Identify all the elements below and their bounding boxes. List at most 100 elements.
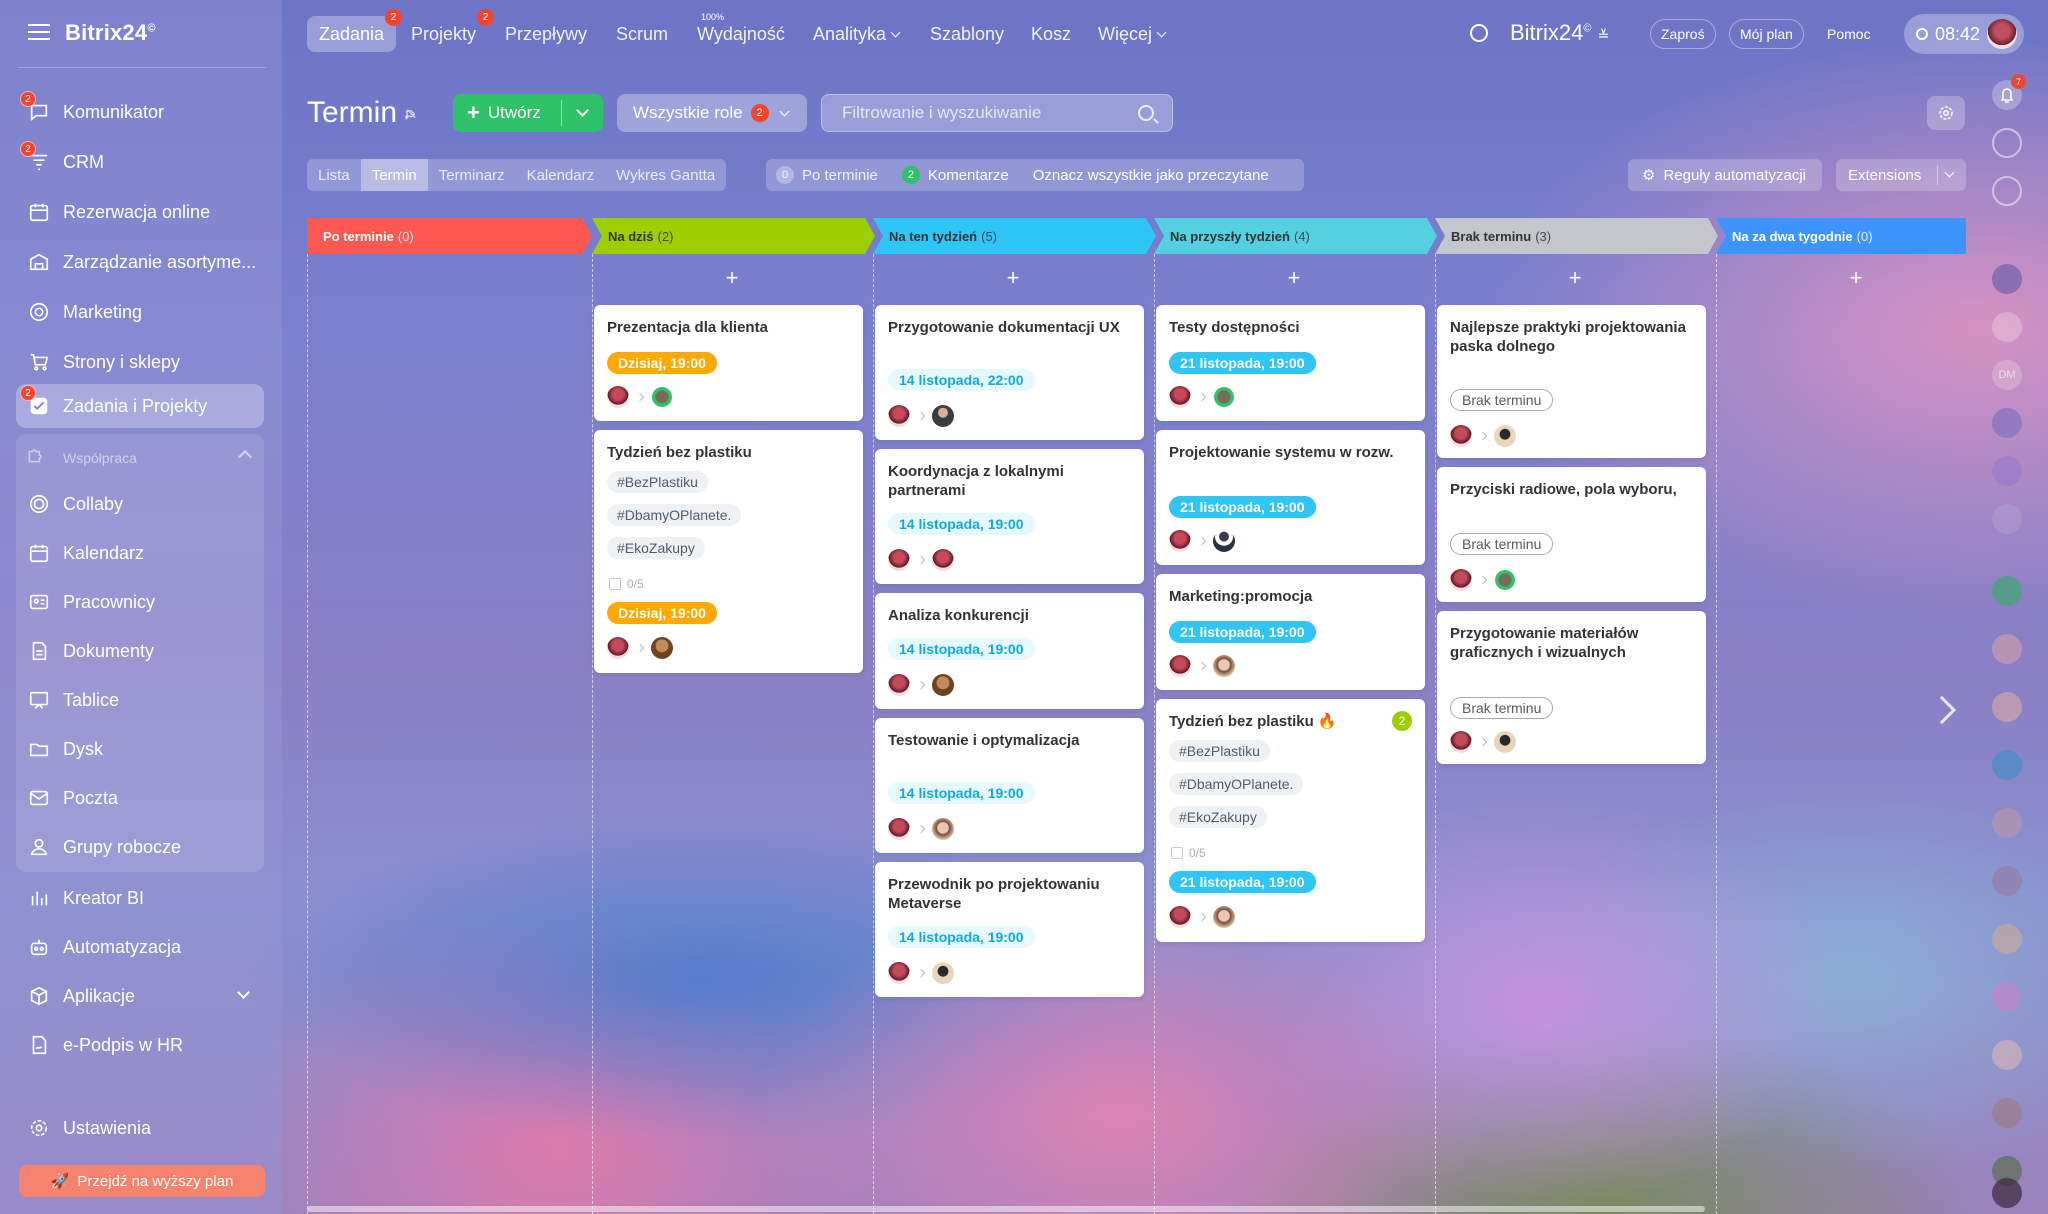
- sidebar-item-booking[interactable]: Rezerwacja online: [16, 190, 264, 234]
- sidebar-item-tasks[interactable]: 2 Zadania i Projekty: [16, 384, 264, 428]
- avatar[interactable]: [1992, 576, 2022, 606]
- deadline-badge[interactable]: 14 listopada, 19:00: [888, 513, 1035, 535]
- menu-burger-icon[interactable]: [28, 24, 50, 40]
- add-task-button[interactable]: +: [1565, 267, 1585, 289]
- copilot-icon[interactable]: [1992, 128, 2022, 158]
- sidebar-item-marketing[interactable]: Marketing: [16, 290, 264, 334]
- create-button[interactable]: + Utwórz: [453, 94, 603, 132]
- avatar[interactable]: [607, 637, 629, 659]
- sidebar-item-esignature[interactable]: e-Podpis w HR: [16, 1023, 264, 1067]
- chat-icon[interactable]: [1992, 176, 2022, 206]
- sidebar-item-employees[interactable]: Pracownicy: [16, 580, 264, 624]
- tag[interactable]: #DbamyOPlanete.: [607, 504, 742, 526]
- task-title[interactable]: Analiza konkurencji: [888, 606, 1124, 625]
- avatar[interactable]: [1494, 569, 1516, 591]
- bell-icon[interactable]: 7: [1992, 74, 2026, 110]
- pin-icon[interactable]: [403, 108, 417, 122]
- sidebar-item-collaby[interactable]: Collaby: [16, 482, 264, 526]
- task-card[interactable]: Najlepsze praktyki projektowania paska d…: [1437, 305, 1706, 458]
- deadline-badge[interactable]: Brak terminu: [1450, 697, 1554, 719]
- group-avatar[interactable]: [1992, 264, 2022, 294]
- add-task-button[interactable]: +: [722, 267, 742, 289]
- sidebar-item-boards[interactable]: Tablice: [16, 678, 264, 722]
- task-card[interactable]: Projektowanie systemu w rozw. 21 listopa…: [1156, 430, 1425, 565]
- tag[interactable]: #EkoZakupy: [1169, 806, 1267, 828]
- column-header-next-week[interactable]: Na przyszły tydzień (4): [1154, 218, 1437, 254]
- task-card[interactable]: Testy dostępności 21 listopada, 19:00: [1156, 305, 1425, 421]
- avatar[interactable]: [888, 549, 910, 571]
- avatar[interactable]: [1992, 1040, 2022, 1070]
- task-title[interactable]: Najlepsze praktyki projektowania paska d…: [1450, 318, 1686, 356]
- column-header-no-deadline[interactable]: Brak terminu (3): [1435, 218, 1718, 254]
- initials-avatar[interactable]: DM: [1992, 360, 2022, 390]
- sidebar-group-title[interactable]: Współpraca: [16, 440, 264, 476]
- task-card[interactable]: Przygotowanie dokumentacji UX 14 listopa…: [875, 305, 1144, 440]
- deadline-badge[interactable]: Dzisiaj, 19:00: [607, 352, 717, 374]
- sidebar-item-apps[interactable]: Aplikacje: [16, 974, 264, 1018]
- task-title[interactable]: Koordynacja z lokalnymi partnerami: [888, 462, 1124, 500]
- avatar[interactable]: [1992, 634, 2022, 664]
- deadline-badge[interactable]: Brak terminu: [1450, 533, 1554, 555]
- chevron-right-icon[interactable]: [1927, 695, 1957, 725]
- task-title[interactable]: Marketing:promocja: [1169, 587, 1405, 606]
- avatar[interactable]: [888, 818, 910, 840]
- counter-overdue[interactable]: 0 Po terminie: [776, 166, 878, 184]
- chevron-down-icon[interactable]: [576, 104, 589, 117]
- tag[interactable]: #DbamyOPlanete.: [1169, 773, 1304, 795]
- view-tab-deadline[interactable]: Termin: [360, 159, 428, 191]
- avatar[interactable]: [1987, 19, 2018, 49]
- extensions-button[interactable]: Extensions: [1836, 159, 1966, 191]
- tab-przeplywy[interactable]: Przepływy: [493, 16, 599, 52]
- tag[interactable]: #BezPlastiku: [607, 471, 708, 493]
- avatar[interactable]: [1213, 386, 1235, 408]
- tab-wydajnosc[interactable]: 100% Wydajność: [685, 12, 797, 52]
- sidebar-item-sites[interactable]: Strony i sklepy: [16, 340, 264, 384]
- view-tab-calendar[interactable]: Kalendarz: [516, 159, 606, 191]
- column-header-overdue[interactable]: Po terminie (0): [307, 218, 592, 254]
- column-header-this-week[interactable]: Na ten tydzień (5): [873, 218, 1156, 254]
- brand-label[interactable]: Bitrix24© ≚: [1510, 20, 1609, 46]
- avatar[interactable]: [1213, 530, 1235, 552]
- avatar[interactable]: [1169, 386, 1191, 408]
- deadline-badge[interactable]: 14 listopada, 22:00: [888, 369, 1035, 391]
- avatar[interactable]: [932, 674, 954, 696]
- mark-all-read-link[interactable]: Oznacz wszystkie jako przeczytane: [1033, 167, 1269, 184]
- task-title[interactable]: Testy dostępności: [1169, 318, 1405, 337]
- deadline-badge[interactable]: Dzisiaj, 19:00: [607, 602, 717, 624]
- task-card[interactable]: Testowanie i optymalizacja 14 listopada,…: [875, 718, 1144, 853]
- avatar[interactable]: [1992, 1178, 2022, 1208]
- task-title[interactable]: Przygotowanie materiałów graficznych i w…: [1450, 624, 1686, 662]
- deadline-badge[interactable]: 21 listopada, 19:00: [1169, 352, 1316, 374]
- sidebar-item-automation[interactable]: Automatyzacja: [16, 925, 264, 969]
- upgrade-button[interactable]: 🚀 Przejdź na wyższy plan: [19, 1165, 265, 1197]
- avatar[interactable]: [1992, 504, 2022, 534]
- sidebar-item-workgroups[interactable]: Grupy robocze: [16, 825, 264, 869]
- deadline-badge[interactable]: 14 listopada, 19:00: [888, 782, 1035, 804]
- avatar[interactable]: [607, 386, 629, 408]
- avatar[interactable]: [1213, 906, 1235, 928]
- view-tab-list[interactable]: Lista: [307, 159, 361, 191]
- avatar[interactable]: [1992, 750, 2022, 780]
- task-card[interactable]: Tydzień bez plastiku 🔥 2 #BezPlastiku #Db…: [1156, 699, 1425, 942]
- column-header-two-weeks[interactable]: Na za dwa tygodnie (0): [1716, 218, 1966, 254]
- avatar[interactable]: [1450, 731, 1472, 753]
- avatar[interactable]: [1992, 924, 2022, 954]
- search-input[interactable]: Filtrowanie i wyszukiwanie: [821, 94, 1173, 132]
- counter-comments[interactable]: 2 Komentarze: [901, 166, 1009, 184]
- chevron-down-icon[interactable]: [1944, 167, 1955, 178]
- task-card[interactable]: Koordynacja z lokalnymi partnerami 14 li…: [875, 449, 1144, 584]
- tag[interactable]: #BezPlastiku: [1169, 740, 1270, 762]
- settings-button[interactable]: [1927, 96, 1965, 130]
- task-card[interactable]: Przygotowanie materiałów graficznych i w…: [1437, 611, 1706, 764]
- avatar[interactable]: [888, 674, 910, 696]
- sidebar-item-bi[interactable]: Kreator BI: [16, 876, 264, 920]
- avatar[interactable]: [651, 637, 673, 659]
- logo[interactable]: Bitrix24©: [65, 20, 156, 46]
- task-title[interactable]: Testowanie i optymalizacja: [888, 731, 1124, 750]
- tab-projekty[interactable]: Projekty 2: [399, 9, 495, 52]
- help-button[interactable]: Pomoc: [1817, 19, 1881, 49]
- comments-badge[interactable]: 2: [1392, 711, 1412, 731]
- sidebar-item-inventory[interactable]: Zarządzanie asortyme...: [16, 240, 264, 284]
- avatar[interactable]: [1169, 655, 1191, 677]
- invite-button[interactable]: Zaproś: [1650, 19, 1716, 49]
